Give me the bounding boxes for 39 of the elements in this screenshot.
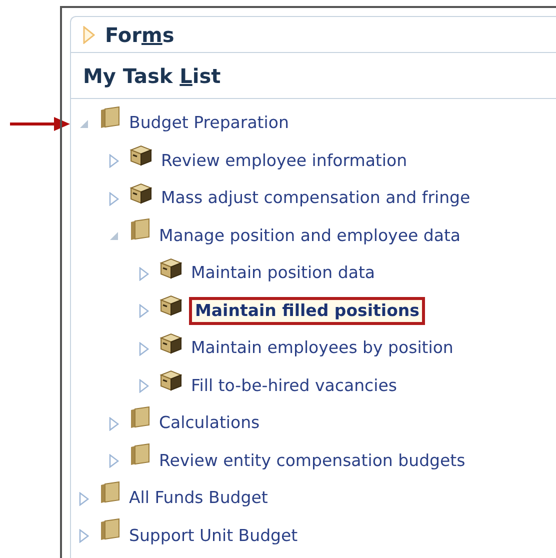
expand-icon[interactable] (139, 379, 149, 394)
folder-icon (129, 443, 151, 468)
box-icon (129, 180, 153, 205)
expand-icon[interactable] (109, 416, 119, 431)
tree-item-label[interactable]: Calculations (157, 411, 262, 436)
box-icon (159, 330, 183, 355)
expand-icon[interactable] (79, 529, 89, 544)
folder-icon (99, 480, 121, 505)
folder-icon (129, 406, 151, 430)
expanded-icon[interactable] (109, 231, 119, 242)
expand-icon[interactable] (109, 454, 119, 468)
expand-icon[interactable] (109, 192, 119, 206)
folder-icon (129, 218, 151, 242)
expanded-icon[interactable] (79, 118, 89, 129)
expand-icon[interactable] (79, 492, 89, 506)
expand-icon[interactable] (109, 154, 119, 168)
tree-item-label[interactable]: Maintain filled positions (189, 297, 426, 326)
section-header[interactable]: Forms (105, 20, 174, 50)
tree-item-label[interactable]: Review employee information (159, 148, 410, 174)
tree-item-label[interactable]: Budget Preparation (127, 111, 291, 136)
tree-item-label[interactable]: Mass adjust compensation and fringe (159, 186, 472, 212)
box-icon (129, 143, 153, 168)
tree-item-label[interactable]: Support Unit Budget (127, 524, 300, 549)
expand-icon[interactable] (139, 266, 149, 281)
tree-item-label[interactable]: Review entity compensation budgets (157, 448, 468, 474)
tree-item-label[interactable]: Fill to-be-hired vacancies (189, 374, 399, 399)
section-header[interactable]: My Task List (83, 60, 221, 90)
box-icon (159, 256, 183, 280)
folder-icon (99, 106, 121, 130)
tree-item-label[interactable]: Maintain position data (189, 261, 378, 286)
expand-icon[interactable] (139, 304, 149, 318)
tree-item-label[interactable]: Maintain employees by position (189, 336, 456, 362)
box-icon (159, 368, 183, 392)
tree-item-label[interactable]: All Funds Budget (127, 486, 270, 512)
expand-icon[interactable] (83, 26, 95, 44)
folder-icon (99, 518, 121, 542)
box-icon (159, 293, 183, 318)
tree-item-label[interactable]: Manage position and employee data (157, 224, 463, 249)
expand-icon[interactable] (139, 342, 149, 356)
